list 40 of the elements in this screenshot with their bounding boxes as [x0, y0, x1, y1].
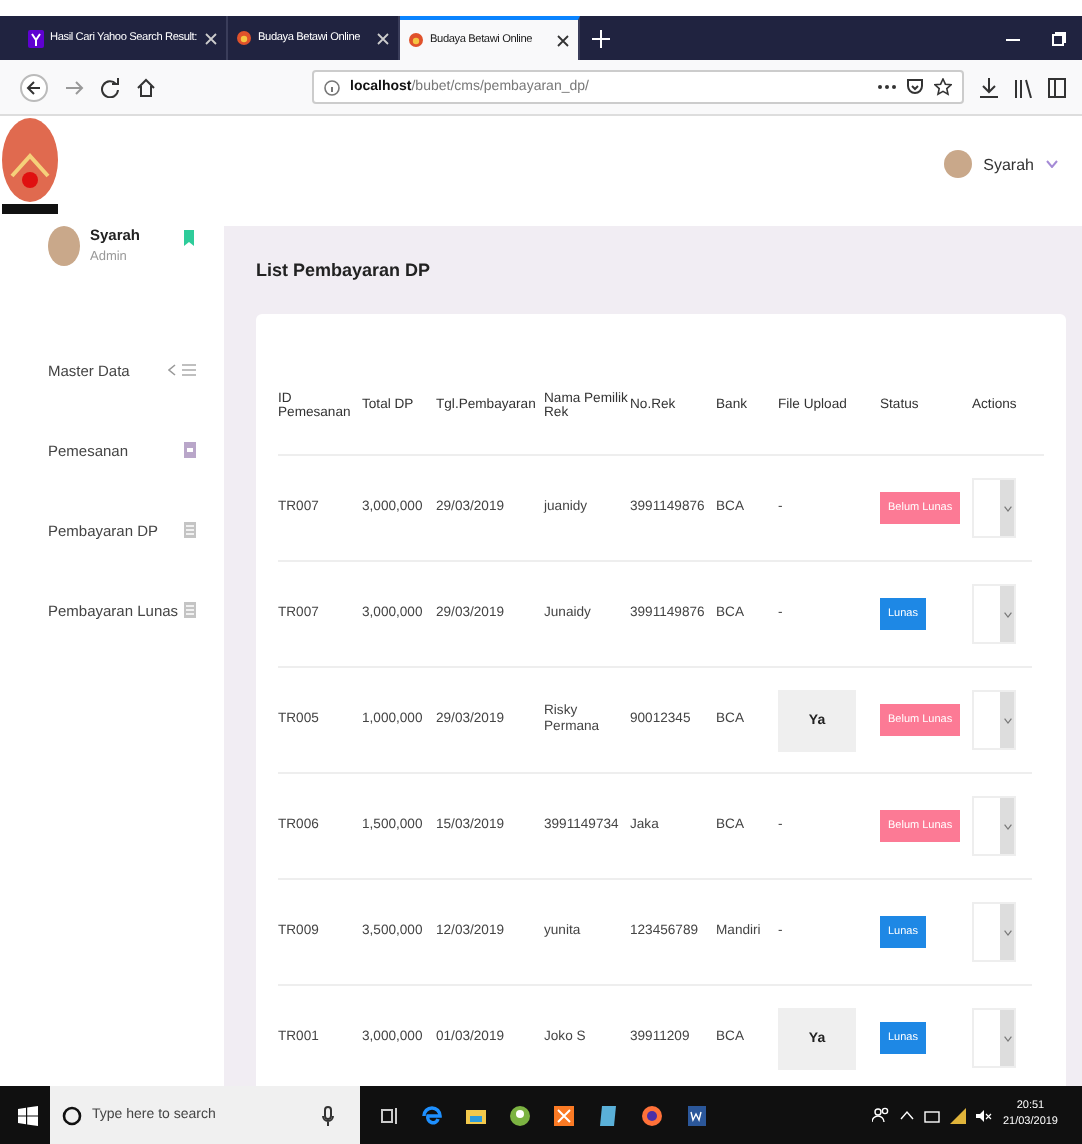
library-icon[interactable] [1014, 77, 1032, 97]
avatar [48, 226, 80, 266]
site-favicon [236, 30, 252, 46]
chevron-up-icon[interactable] [900, 1110, 915, 1120]
caret-down-icon [1003, 823, 1011, 829]
info-icon [324, 79, 340, 95]
bookmark-icon [184, 230, 194, 246]
caret-down-icon [1003, 505, 1011, 511]
chevron-left-icon [168, 364, 176, 376]
people-icon[interactable] [872, 1106, 891, 1124]
back-icon[interactable] [20, 73, 48, 101]
caret-down-icon [1003, 929, 1011, 935]
list-document-icon [184, 602, 196, 618]
microphone-icon[interactable] [322, 1105, 334, 1125]
caret-down-icon [1003, 717, 1011, 723]
site-favicon [408, 32, 424, 48]
cortana-icon [62, 1105, 82, 1125]
plus-icon[interactable] [592, 29, 610, 47]
page-title: List Pembayaran DP [256, 258, 433, 284]
user-name[interactable]: Syarah [983, 155, 1034, 173]
download-icon[interactable] [980, 77, 998, 97]
caret-down-icon [1003, 1035, 1011, 1041]
restore-icon[interactable] [1052, 31, 1066, 45]
sidebar-icon[interactable] [1048, 77, 1066, 97]
document-icon [184, 442, 196, 458]
caret-down-icon [1003, 611, 1011, 617]
pocket-icon[interactable] [906, 78, 924, 96]
more-icon[interactable] [878, 84, 896, 90]
close-icon[interactable] [556, 33, 570, 47]
star-icon[interactable] [934, 78, 952, 96]
home-icon[interactable] [136, 77, 156, 97]
speaker-muted-icon[interactable] [976, 1107, 993, 1123]
task-view-icon[interactable] [380, 1105, 400, 1125]
reload-icon[interactable] [100, 77, 120, 97]
windows-icon[interactable] [18, 1105, 38, 1125]
chevron-down-icon[interactable] [1046, 160, 1058, 168]
logo-drawing [0, 116, 60, 216]
list-icon [182, 364, 196, 376]
forward-icon[interactable] [64, 77, 84, 97]
list-document-icon [184, 522, 196, 538]
